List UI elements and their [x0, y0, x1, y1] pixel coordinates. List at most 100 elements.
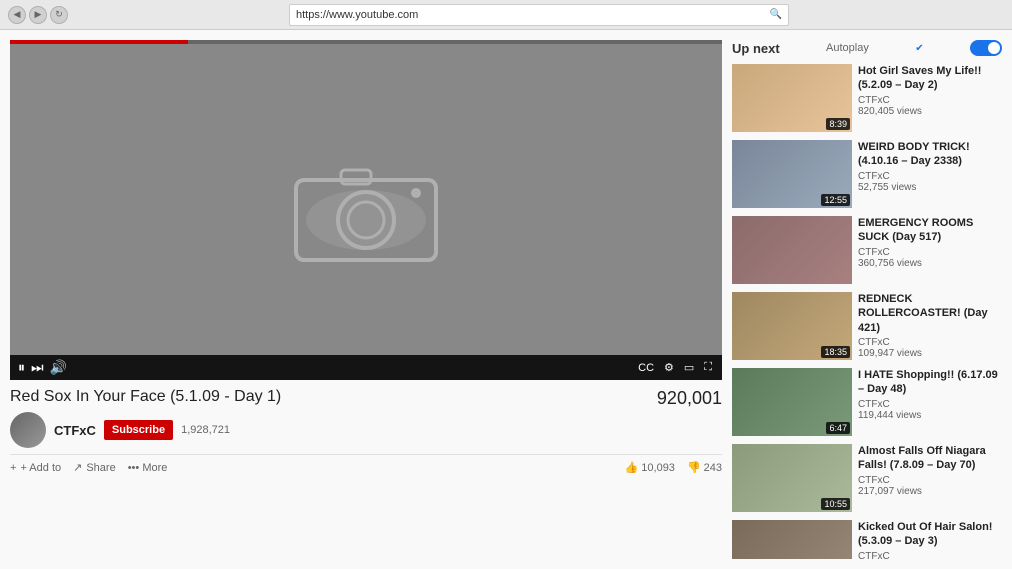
item-views: 119,444 views: [858, 410, 1002, 421]
item-title: Almost Falls Off Niagara Falls! (7.8.09 …: [858, 444, 1002, 473]
subscriber-count: 1,928,721: [181, 424, 230, 436]
page-content: ⏸ ⏭ 🔊 CC ⚙ ▭ ⛶ Red Sox In Your Face (5.1…: [0, 30, 1012, 569]
add-icon: +: [10, 462, 16, 474]
browser-chrome: ◀ ▶ ↻ https://www.youtube.com 🔍: [0, 0, 1012, 30]
item-title: Hot Girl Saves My Life!! (5.2.09 – Day 2…: [858, 64, 1002, 93]
video-item[interactable]: EMERGENCY ROOMS SUCK (Day 517) CTFxC 360…: [732, 216, 1002, 284]
main-content: ⏸ ⏭ 🔊 CC ⚙ ▭ ⛶ Red Sox In Your Face (5.1…: [10, 40, 722, 559]
toggle-knob: [988, 42, 1000, 54]
video-title: Red Sox In Your Face (5.1.09 - Day 1): [10, 388, 281, 406]
duration-badge: 8:39: [826, 118, 850, 130]
theater-mode-button[interactable]: ▭: [684, 361, 694, 374]
item-title: I HATE Shopping!! (6.17.09 – Day 48): [858, 368, 1002, 397]
autoplay-label: Autoplay: [826, 42, 869, 54]
duration-badge: 18:35: [821, 346, 850, 358]
video-player[interactable]: ⏸ ⏭ 🔊 CC ⚙ ▭ ⛶: [10, 40, 722, 380]
item-views: 360,756 views: [858, 258, 1002, 269]
sidebar: Up next Autoplay ✔ 8:39 Hot Girl Saves M…: [732, 40, 1002, 559]
add-label: + Add to: [20, 462, 61, 474]
add-to-button[interactable]: + + Add to: [10, 462, 61, 474]
video-item-info: I HATE Shopping!! (6.17.09 – Day 48) CTF…: [858, 368, 1002, 436]
video-item[interactable]: 6:47 I HATE Shopping!! (6.17.09 – Day 48…: [732, 368, 1002, 436]
video-item[interactable]: 10:55 Almost Falls Off Niagara Falls! (7…: [732, 444, 1002, 512]
item-channel: CTFxC: [858, 399, 1002, 410]
cc-button[interactable]: CC: [638, 362, 654, 374]
progress-fill: [10, 40, 188, 44]
duration-badge: 12:55: [821, 194, 850, 206]
view-count: 920,001: [657, 388, 722, 409]
pause-button[interactable]: ⏸: [18, 359, 25, 376]
video-item-info: REDNECK ROLLERCOASTER! (Day 421) CTFxC 1…: [858, 292, 1002, 360]
autoplay-toggle[interactable]: [970, 40, 1002, 56]
video-placeholder: [10, 40, 722, 380]
refresh-button[interactable]: ↻: [50, 6, 68, 24]
item-channel: CTFxC: [858, 95, 1002, 106]
item-views: 52,755 views: [858, 182, 1002, 193]
progress-bar[interactable]: [10, 40, 722, 44]
avatar-image: [10, 412, 46, 448]
video-item-info: WEIRD BODY TRICK! (4.10.16 – Day 2338) C…: [858, 140, 1002, 208]
video-item[interactable]: 18:35 REDNECK ROLLERCOASTER! (Day 421) C…: [732, 292, 1002, 360]
search-go-button[interactable]: 🔍: [770, 9, 782, 20]
volume-button[interactable]: 🔊: [50, 359, 67, 376]
more-button[interactable]: ••• More: [128, 462, 168, 474]
channel-name[interactable]: CTFxC: [54, 423, 96, 438]
address-bar[interactable]: https://www.youtube.com 🔍: [289, 4, 789, 26]
duration-badge: 6:47: [826, 422, 850, 434]
nav-buttons: ◀ ▶ ↻: [8, 6, 68, 24]
item-title: Kicked Out Of Hair Salon! (5.3.09 – Day …: [858, 520, 1002, 549]
video-actions: + + Add to ↗ Share ••• More 👍 10,093 👎: [10, 454, 722, 474]
duration-badge: 10:55: [821, 498, 850, 510]
item-title: WEIRD BODY TRICK! (4.10.16 – Day 2338): [858, 140, 1002, 169]
item-channel: CTFxC: [858, 475, 1002, 486]
video-item[interactable]: 8:39 Hot Girl Saves My Life!! (5.2.09 – …: [732, 64, 1002, 132]
item-channel: CTFxC: [858, 551, 1002, 559]
thumbnail-2: [732, 216, 852, 284]
up-next-header: Up next Autoplay ✔: [732, 40, 1002, 56]
video-controls: ⏸ ⏭ 🔊 CC ⚙ ▭ ⛶: [10, 355, 722, 380]
item-channel: CTFxC: [858, 171, 1002, 182]
item-channel: CTFxC: [858, 247, 1002, 258]
thumbnail-0: 8:39: [732, 64, 852, 132]
camera-icon: [286, 155, 446, 265]
video-item-info: EMERGENCY ROOMS SUCK (Day 517) CTFxC 360…: [858, 216, 1002, 284]
video-item[interactable]: 6:55 Kicked Out Of Hair Salon! (5.3.09 –…: [732, 520, 1002, 559]
like-button[interactable]: 👍 10,093: [625, 461, 675, 474]
share-button[interactable]: ↗ Share: [73, 461, 116, 474]
thumbnail-3: 18:35: [732, 292, 852, 360]
settings-button[interactable]: ⚙: [664, 361, 674, 374]
dislike-count: 243: [704, 462, 722, 474]
verified-icon: ✔: [915, 43, 923, 54]
back-button[interactable]: ◀: [8, 6, 26, 24]
share-icon: ↗: [73, 461, 82, 474]
item-title: EMERGENCY ROOMS SUCK (Day 517): [858, 216, 1002, 245]
video-item-info: Hot Girl Saves My Life!! (5.2.09 – Day 2…: [858, 64, 1002, 132]
thumbnail-6: 6:55: [732, 520, 852, 559]
like-count: 10,093: [641, 462, 675, 474]
video-list: 8:39 Hot Girl Saves My Life!! (5.2.09 – …: [732, 64, 1002, 559]
item-channel: CTFxC: [858, 337, 1002, 348]
item-title: REDNECK ROLLERCOASTER! (Day 421): [858, 292, 1002, 335]
video-item-info: Kicked Out Of Hair Salon! (5.3.09 – Day …: [858, 520, 1002, 559]
up-next-label: Up next: [732, 41, 780, 56]
thumbnail-4: 6:47: [732, 368, 852, 436]
thumbnail-5: 10:55: [732, 444, 852, 512]
thumbs-down-icon: 👎: [687, 461, 701, 474]
subscribe-button[interactable]: Subscribe: [104, 420, 173, 440]
item-views: 109,947 views: [858, 348, 1002, 359]
thumbs-up-icon: 👍: [625, 461, 639, 474]
forward-button[interactable]: ▶: [29, 6, 47, 24]
fullscreen-button[interactable]: ⛶: [704, 361, 712, 374]
url-text: https://www.youtube.com: [296, 9, 770, 21]
video-info: Red Sox In Your Face (5.1.09 - Day 1) 92…: [10, 380, 722, 482]
next-button[interactable]: ⏭: [31, 359, 44, 376]
more-label: ••• More: [128, 462, 168, 474]
video-item[interactable]: 12:55 WEIRD BODY TRICK! (4.10.16 – Day 2…: [732, 140, 1002, 208]
share-label: Share: [86, 462, 115, 474]
channel-avatar[interactable]: [10, 412, 46, 448]
channel-row: CTFxC Subscribe 1,928,721: [10, 412, 722, 448]
thumbnail-1: 12:55: [732, 140, 852, 208]
item-views: 217,097 views: [858, 486, 1002, 497]
dislike-button[interactable]: 👎 243: [687, 461, 722, 474]
item-views: 820,405 views: [858, 106, 1002, 117]
